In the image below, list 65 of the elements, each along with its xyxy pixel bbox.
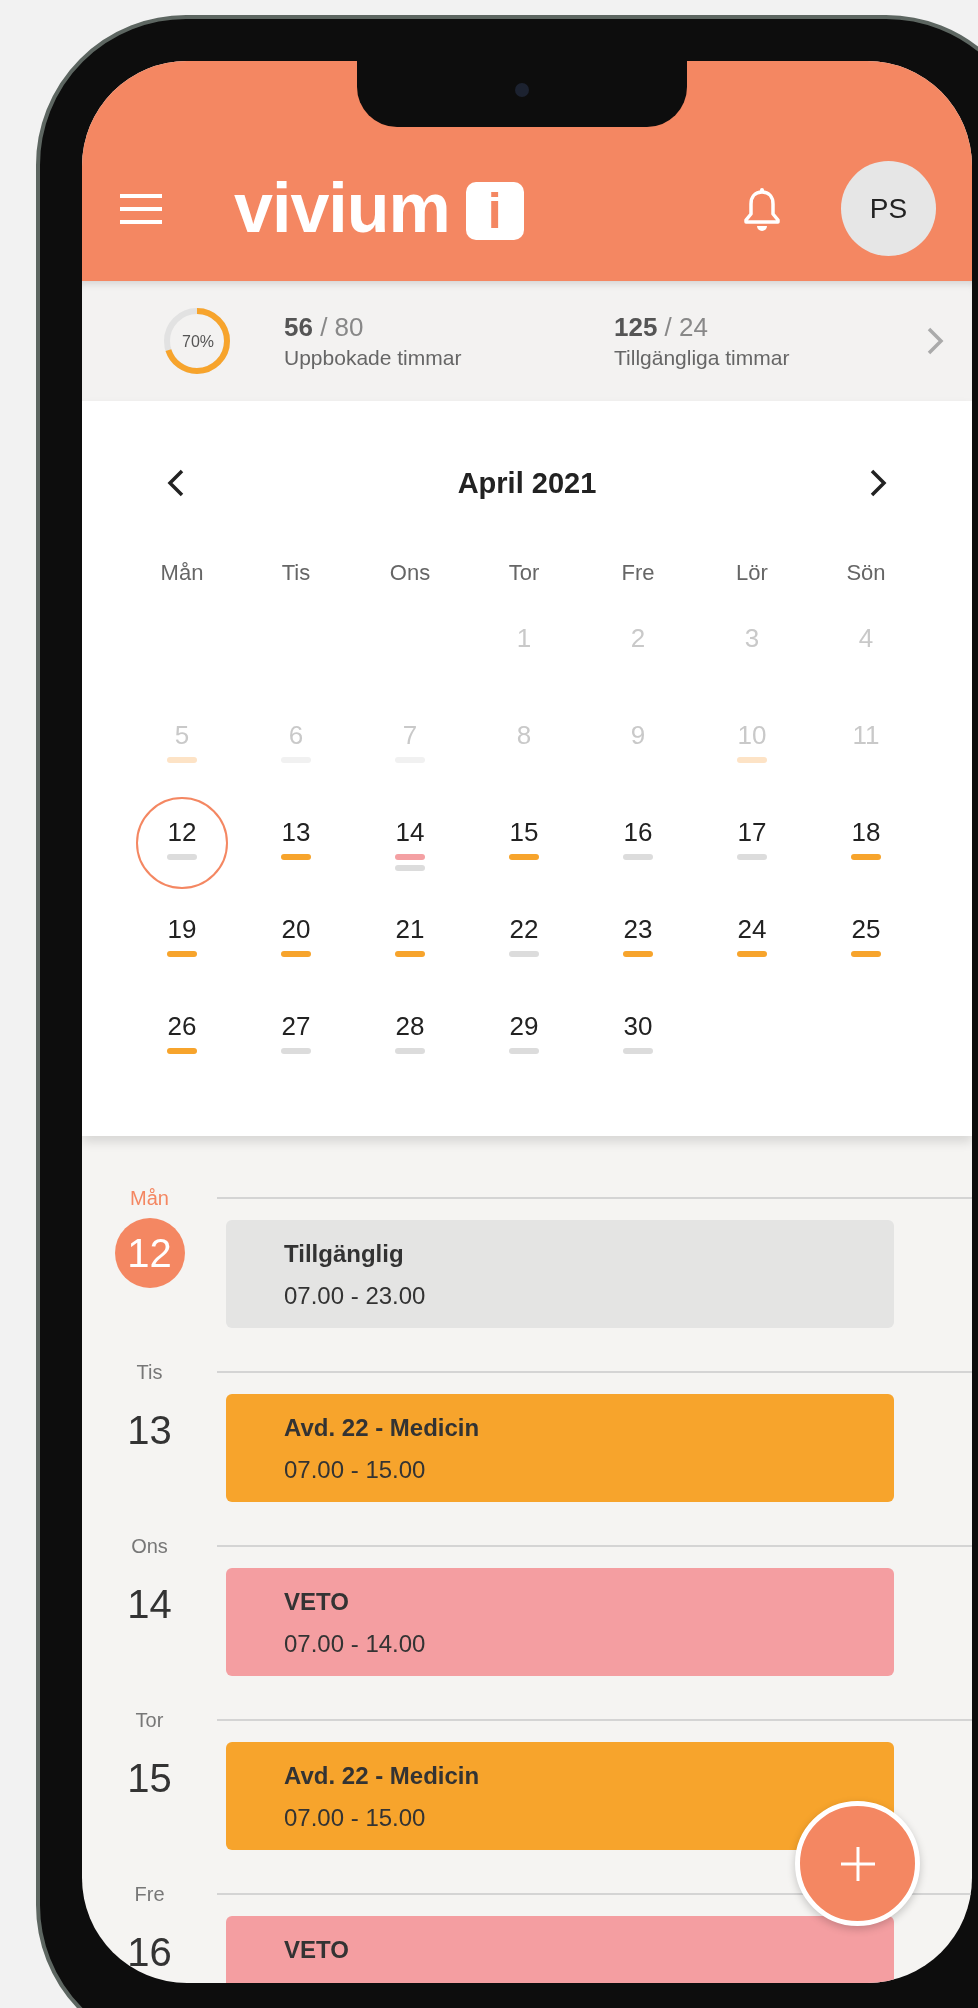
calendar-day[interactable]: 14 — [364, 797, 456, 889]
calendar-day[interactable]: 30 — [592, 991, 684, 1083]
bell-icon[interactable] — [743, 188, 781, 232]
weekday-label: Tor — [507, 560, 541, 586]
shift-title: Avd. 22 - Medicin — [284, 1414, 481, 1442]
date-number: 16 — [127, 1929, 172, 1976]
weekday-label: Tis — [280, 560, 312, 586]
date-number: 14 — [127, 1581, 172, 1628]
calendar-day[interactable]: 15 — [478, 797, 570, 889]
weekday-label: Sön — [845, 560, 887, 586]
calendar-day[interactable]: 18 — [820, 797, 912, 889]
calendar-day[interactable]: 19 — [136, 894, 228, 986]
logo-text: vivium — [234, 168, 450, 248]
hours-value: 125 / 24 — [614, 312, 708, 343]
shift-time: 07.00 - 15.00 — [284, 1456, 427, 1484]
weekday-label: Tor — [135, 1708, 164, 1732]
chevron-left-icon[interactable] — [167, 468, 185, 498]
calendar-day[interactable]: 25 — [820, 894, 912, 986]
chevron-right-icon[interactable] — [869, 468, 887, 498]
calendar-day[interactable]: 29 — [478, 991, 570, 1083]
calendar-day[interactable]: 22 — [478, 894, 570, 986]
shift-title: VETO — [284, 1936, 350, 1964]
shift-time: 07.00 - 14.00 — [284, 1630, 427, 1658]
weekday-label: Ons — [388, 560, 432, 586]
shift-time: 07.00 - 15.00 — [284, 1804, 427, 1832]
weekday-label: Mån — [130, 1186, 169, 1210]
calendar-day[interactable]: 16 — [592, 797, 684, 889]
shift-time: 07.00 - 23.00 — [284, 1282, 427, 1310]
menu-icon[interactable] — [120, 194, 162, 224]
hours-label: Uppbokade timmar — [284, 346, 462, 370]
logo-mark: i — [465, 182, 524, 240]
add-button[interactable] — [795, 1801, 920, 1926]
shift-card[interactable]: VETO 07.00 - 14.00 — [226, 1568, 894, 1676]
shift-card[interactable]: Avd. 22 - Medicin 07.00 - 15.00 — [226, 1394, 894, 1502]
weekday-label: Lör — [735, 560, 769, 586]
calendar-day[interactable]: 27 — [250, 991, 342, 1083]
weekday-label: Fre — [134, 1882, 165, 1906]
calendar-day[interactable]: 21 — [364, 894, 456, 986]
percent-label: 70% — [181, 333, 215, 351]
shift-card[interactable]: VETO — [226, 1916, 894, 1983]
month-title: April 2021 — [457, 466, 597, 500]
plus-icon — [840, 1846, 875, 1881]
date-number: 13 — [127, 1407, 172, 1454]
calendar-day[interactable]: 20 — [250, 894, 342, 986]
calendar-day[interactable]: 13 — [250, 797, 342, 889]
calendar-day[interactable]: 28 — [364, 991, 456, 1083]
calendar-day[interactable]: 12 — [136, 797, 228, 889]
hours-label: Tillgängliga timmar — [614, 346, 790, 370]
shift-card[interactable]: Avd. 22 - Medicin 07.00 - 15.00 — [226, 1742, 894, 1850]
calendar-day[interactable]: 24 — [706, 894, 798, 986]
avatar[interactable]: PS — [841, 161, 936, 256]
date-number: 12 — [114, 1218, 185, 1288]
weekday-label: Fre — [620, 560, 656, 586]
weekday-label: Tis — [136, 1360, 163, 1384]
shift-card[interactable]: Tillgänglig 07.00 - 23.00 — [226, 1220, 894, 1328]
hours-value: 56 / 80 — [284, 312, 364, 343]
calendar-day[interactable]: 17 — [706, 797, 798, 889]
weekday-label: Ons — [131, 1534, 168, 1558]
date-number: 15 — [127, 1755, 172, 1802]
calendar-day[interactable]: 23 — [592, 894, 684, 986]
shift-title: VETO — [284, 1588, 350, 1616]
calendar-day[interactable]: 26 — [136, 991, 228, 1083]
shift-title: Avd. 22 - Medicin — [284, 1762, 481, 1790]
weekday-label: Mån — [159, 560, 205, 586]
shift-title: Tillgänglig — [284, 1240, 405, 1268]
